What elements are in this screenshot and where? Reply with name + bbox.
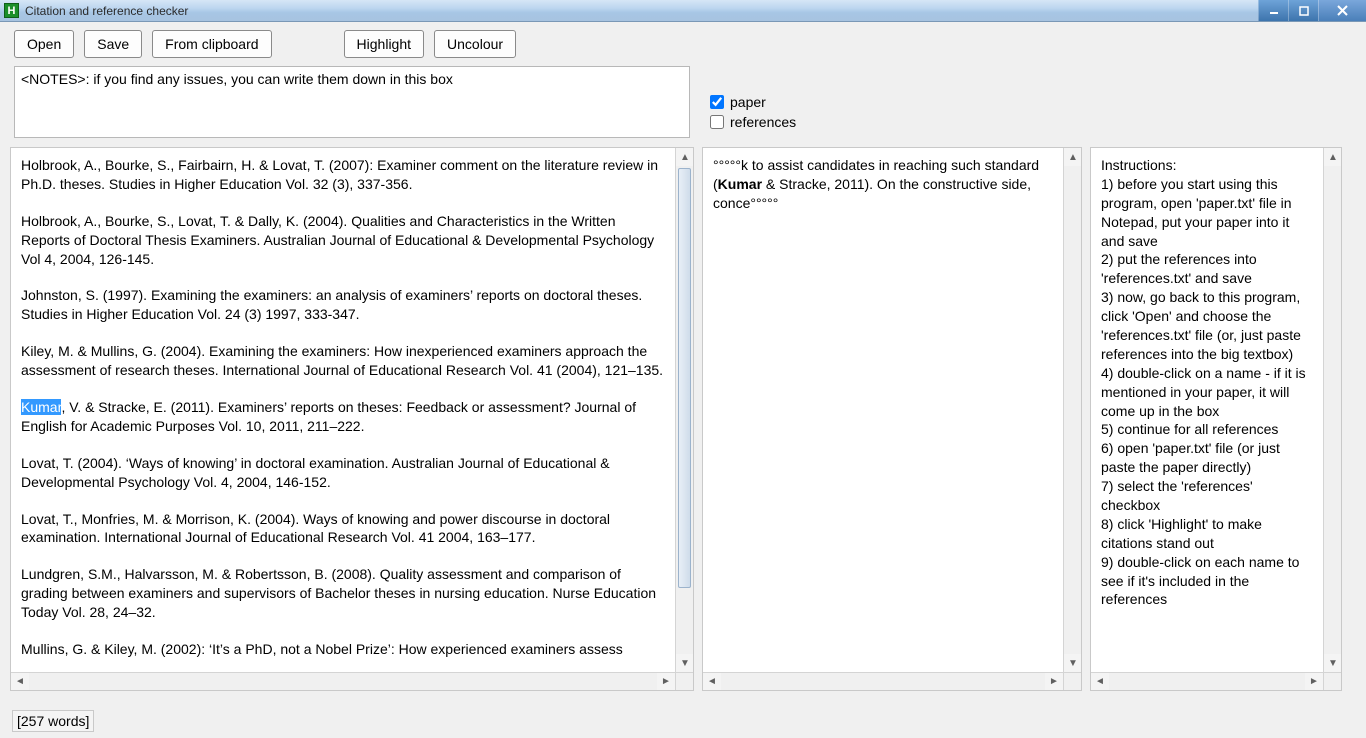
scrollbar-corner [1323, 672, 1341, 690]
scroll-up-icon[interactable]: ▲ [1324, 148, 1342, 166]
paper-checkbox[interactable] [710, 95, 724, 109]
references-checkbox-label: references [730, 114, 796, 130]
window-controls [1258, 0, 1366, 21]
paper-checkbox-label: paper [730, 94, 766, 110]
vertical-scrollbar[interactable]: ▲ ▼ [1323, 148, 1341, 672]
scroll-right-icon[interactable]: ► [1045, 673, 1063, 691]
scroll-right-icon[interactable]: ► [657, 673, 675, 691]
instructions-panel: Instructions:1) before you start using t… [1090, 147, 1342, 691]
scroll-down-icon[interactable]: ▼ [1064, 654, 1082, 672]
scroll-down-icon[interactable]: ▼ [676, 654, 694, 672]
paper-textbox[interactable]: °°°°°k to assist candidates in reaching … [703, 148, 1063, 672]
instruction-line: 6) open 'paper.txt' file (or just paste … [1101, 439, 1313, 477]
highlight-button[interactable]: Highlight [344, 30, 424, 58]
paper-panel: °°°°°k to assist candidates in reaching … [702, 147, 1082, 691]
reference-entry[interactable]: Lovat, T., Monfries, M. & Morrison, K. (… [21, 510, 665, 548]
reference-entry[interactable]: Holbrook, A., Bourke, S., Fairbairn, H. … [21, 156, 665, 194]
instructions-textbox[interactable]: Instructions:1) before you start using t… [1091, 148, 1323, 672]
instruction-line: 9) double-click on each name to see if i… [1101, 553, 1313, 610]
references-panel: Holbrook, A., Bourke, S., Fairbairn, H. … [10, 147, 694, 691]
status-bar: [257 words] [12, 710, 94, 732]
uncolour-button[interactable]: Uncolour [434, 30, 516, 58]
references-textbox[interactable]: Holbrook, A., Bourke, S., Fairbairn, H. … [11, 148, 675, 672]
references-checkbox[interactable] [710, 115, 724, 129]
reference-entry[interactable]: Lundgren, S.M., Halvarsson, M. & Roberts… [21, 565, 665, 622]
toolbar: Open Save From clipboard Highlight Uncol… [0, 22, 1366, 66]
vertical-scrollbar[interactable]: ▲ ▼ [1063, 148, 1081, 672]
titlebar: H Citation and reference checker [0, 0, 1366, 22]
reference-entry[interactable]: Kumar, V. & Stracke, E. (2011). Examiner… [21, 398, 665, 436]
horizontal-scrollbar[interactable]: ◄ ► [11, 672, 675, 690]
open-button[interactable]: Open [14, 30, 74, 58]
instruction-line: 2) put the references into 'references.t… [1101, 250, 1313, 288]
notes-textarea[interactable] [14, 66, 690, 138]
reference-entry[interactable]: Kiley, M. & Mullins, G. (2004). Examinin… [21, 342, 665, 380]
main-area: Holbrook, A., Bourke, S., Fairbairn, H. … [0, 147, 1366, 691]
reference-entry[interactable]: Holbrook, A., Bourke, S., Lovat, T. & Da… [21, 212, 665, 269]
minimize-button[interactable] [1258, 0, 1288, 21]
from-clipboard-button[interactable]: From clipboard [152, 30, 271, 58]
instruction-line: 8) click 'Highlight' to make citations s… [1101, 515, 1313, 553]
checkbox-group: paper references [710, 94, 796, 130]
reference-entry[interactable]: Johnston, S. (1997). Examining the exami… [21, 286, 665, 324]
paper-checkbox-row[interactable]: paper [710, 94, 796, 110]
instruction-line: 5) continue for all references [1101, 420, 1313, 439]
instruction-line: 1) before you start using this program, … [1101, 175, 1313, 251]
app-icon: H [4, 3, 19, 18]
maximize-button[interactable] [1288, 0, 1318, 21]
vertical-scrollbar[interactable]: ▲ ▼ [675, 148, 693, 672]
scrollbar-corner [1063, 672, 1081, 690]
scroll-down-icon[interactable]: ▼ [1324, 654, 1342, 672]
paper-excerpt-match: Kumar [718, 176, 762, 192]
instruction-line: 4) double-click on a name - if it is men… [1101, 364, 1313, 421]
scroll-left-icon[interactable]: ◄ [1091, 673, 1109, 691]
horizontal-scrollbar[interactable]: ◄ ► [1091, 672, 1323, 690]
save-button[interactable]: Save [84, 30, 142, 58]
close-button[interactable] [1318, 0, 1366, 21]
horizontal-scrollbar[interactable]: ◄ ► [703, 672, 1063, 690]
window-title: Citation and reference checker [25, 4, 188, 18]
scroll-left-icon[interactable]: ◄ [703, 673, 721, 691]
reference-entry[interactable]: Lovat, T. (2004). ‘Ways of knowing’ in d… [21, 454, 665, 492]
instruction-line: 7) select the 'references' checkbox [1101, 477, 1313, 515]
scroll-right-icon[interactable]: ► [1305, 673, 1323, 691]
instruction-line: 3) now, go back to this program, click '… [1101, 288, 1313, 364]
scrollbar-thumb[interactable] [678, 168, 691, 588]
scroll-up-icon[interactable]: ▲ [676, 148, 694, 166]
selected-word: Kumar [21, 399, 61, 415]
scroll-left-icon[interactable]: ◄ [11, 673, 29, 691]
scroll-up-icon[interactable]: ▲ [1064, 148, 1082, 166]
reference-entry[interactable]: Mullins, G. & Kiley, M. (2002): ‘It’s a … [21, 640, 665, 659]
references-checkbox-row[interactable]: references [710, 114, 796, 130]
instructions-heading: Instructions: [1101, 156, 1313, 175]
scrollbar-corner [675, 672, 693, 690]
